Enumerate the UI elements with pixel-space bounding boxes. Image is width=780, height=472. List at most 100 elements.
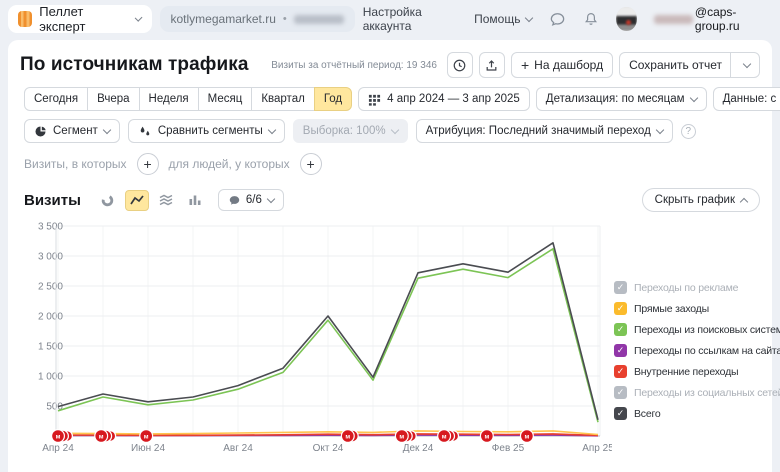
attribution-label: Атрибуция: Последний значимый переход xyxy=(426,125,651,137)
svg-text:м: м xyxy=(56,433,61,440)
counter-selector[interactable]: Пеллет эксперт xyxy=(8,5,152,33)
legend-item[interactable]: ✓ Внутренние переходы xyxy=(614,364,760,379)
period-preset-button[interactable]: Квартал xyxy=(251,87,314,111)
legend-checkbox-icon[interactable]: ✓ xyxy=(614,281,627,294)
legend-item[interactable]: ✓Всего xyxy=(614,406,760,421)
save-report-menu[interactable] xyxy=(730,53,750,77)
legend-item[interactable]: ✓Переходы из поисковых систем xyxy=(614,322,760,337)
period-presets: СегодняВчераНеделяМесяцКварталГод xyxy=(24,87,352,111)
legend-label: Переходы по рекламе xyxy=(634,282,738,294)
line-chart-type-icon[interactable] xyxy=(125,190,149,211)
help-label: Помощь xyxy=(474,12,520,26)
legend-checkbox-icon[interactable]: ✓ xyxy=(614,365,627,378)
svg-text:м: м xyxy=(399,433,404,440)
report-history-button[interactable] xyxy=(447,52,473,78)
chart-legend: ✓ Переходы по рекламе ✓Прямые заходы ✓Перех… xyxy=(614,280,760,464)
legend-checkbox-icon[interactable]: ✓ xyxy=(614,407,627,420)
site-name: kotlymegamarket.ru xyxy=(171,12,276,26)
traffic-line-chart[interactable]: 05001 0001 5002 0002 5003 0003 500Апр 24… xyxy=(20,218,612,464)
help-menu[interactable]: Помощь xyxy=(474,12,532,26)
account-settings-link[interactable]: Настройка аккаунта xyxy=(363,5,457,33)
period-preset-button[interactable]: Месяц xyxy=(198,87,253,111)
legend-item[interactable]: ✓Переходы по ссылкам на сайтах xyxy=(614,343,760,358)
chart-title: Визиты xyxy=(24,192,81,209)
legend-label: Внутренние переходы xyxy=(634,366,738,378)
chevron-up-icon xyxy=(740,198,748,206)
notifications-bell-icon[interactable] xyxy=(583,11,599,27)
annotations-dropdown[interactable]: 6/6 xyxy=(218,189,284,211)
svg-text:Апр 24: Апр 24 xyxy=(42,443,74,454)
legend-checkbox-icon[interactable]: ✓ xyxy=(614,344,627,357)
add-visits-filter-button[interactable]: + xyxy=(137,153,159,175)
period-preset-button[interactable]: Сегодня xyxy=(24,87,88,111)
hide-chart-label: Скрыть график xyxy=(655,194,735,206)
site-info[interactable]: kotlymegamarket.ru • xyxy=(160,6,355,32)
data-mode-dropdown[interactable]: Данные: с роботами xyxy=(713,87,780,111)
annotations-count: 6/6 xyxy=(246,194,262,206)
svg-text:м: м xyxy=(524,433,529,440)
attribution-dropdown[interactable]: Атрибуция: Последний значимый переход xyxy=(416,119,673,143)
chevron-down-icon xyxy=(525,13,533,21)
segment-label: Сегмент xyxy=(53,125,98,137)
period-preset-button[interactable]: Год xyxy=(314,87,352,111)
legend-item[interactable]: ✓Прямые заходы xyxy=(614,301,760,316)
hide-chart-button[interactable]: Скрыть график xyxy=(642,188,760,212)
svg-text:м: м xyxy=(144,433,149,440)
data-mode-label: Данные: с роботами xyxy=(723,93,780,105)
svg-text:Июн 24: Июн 24 xyxy=(131,443,166,454)
legend-checkbox-icon[interactable]: ✓ xyxy=(614,302,627,315)
svg-text:2 000: 2 000 xyxy=(38,312,63,323)
svg-text:Авг 24: Авг 24 xyxy=(223,443,253,454)
svg-text:2 500: 2 500 xyxy=(38,282,63,293)
people-filter-label: для людей, у которых xyxy=(169,157,290,171)
chat-icon[interactable] xyxy=(549,11,566,28)
svg-text:м: м xyxy=(442,433,447,440)
avatar-photo xyxy=(616,7,636,31)
period-row: СегодняВчераНеделяМесяцКварталГод 4 апр … xyxy=(24,87,760,111)
pie-chart-type-icon[interactable] xyxy=(96,190,120,211)
counter-favicon xyxy=(18,11,32,27)
chevron-down-icon xyxy=(689,93,697,101)
visits-period-summary: Визиты за отчётный период: 19 346 xyxy=(271,60,437,71)
title-row: По источникам трафика Визиты за отчётный… xyxy=(20,40,760,78)
visits-filter-label: Визиты, в которых xyxy=(24,157,127,171)
compare-segments-button[interactable]: Сравнить сегменты xyxy=(128,119,285,143)
svg-text:3 500: 3 500 xyxy=(38,222,63,233)
legend-item[interactable]: ✓Переходы из социальных сетей xyxy=(614,385,760,400)
user-email[interactable]: @caps-group.ru xyxy=(654,5,768,33)
email-user-redacted xyxy=(654,15,693,24)
legend-label: Переходы по ссылкам на сайтах xyxy=(634,345,780,357)
user-avatar[interactable] xyxy=(616,7,636,31)
calendar-grid-icon xyxy=(368,93,381,106)
add-people-filter-button[interactable]: + xyxy=(300,153,322,175)
sampling-dropdown: Выборка: 100% xyxy=(293,119,408,143)
bar-chart-type-icon[interactable] xyxy=(183,190,207,211)
segment-button[interactable]: Сегмент xyxy=(24,119,120,143)
help-icon[interactable]: ? xyxy=(681,124,696,139)
stacked-area-type-icon[interactable] xyxy=(154,190,178,211)
legend-item[interactable]: ✓ Переходы по рекламе xyxy=(614,280,760,295)
save-report-button[interactable]: Сохранить отчет xyxy=(619,52,760,78)
svg-text:1 500: 1 500 xyxy=(38,342,63,353)
email-domain: @caps-group.ru xyxy=(695,5,768,33)
date-range-button[interactable]: 4 апр 2024 — 3 апр 2025 xyxy=(358,87,530,111)
counter-id-redacted xyxy=(294,15,344,24)
legend-checkbox-icon[interactable]: ✓ xyxy=(614,323,627,336)
filter-row: Визиты, в которых + для людей, у которых… xyxy=(24,153,760,175)
top-bar: Пеллет эксперт kotlymegamarket.ru • Наст… xyxy=(0,0,780,38)
segment-pie-icon xyxy=(34,125,47,138)
export-button[interactable] xyxy=(479,52,505,78)
detalization-dropdown[interactable]: Детализация: по месяцам xyxy=(536,87,707,111)
top-right-nav: Настройка аккаунта Помощь @caps-group.ru xyxy=(363,5,768,33)
chevron-down-icon xyxy=(267,194,275,202)
chevron-down-icon xyxy=(390,125,398,133)
svg-text:Фев 25: Фев 25 xyxy=(492,443,525,454)
detalization-label: Детализация: по месяцам xyxy=(546,93,685,105)
add-to-dashboard-button[interactable]: + На дашборд xyxy=(511,52,613,78)
svg-text:м: м xyxy=(345,433,350,440)
legend-checkbox-icon[interactable]: ✓ xyxy=(614,386,627,399)
chevron-down-icon xyxy=(656,125,664,133)
page-title: По источникам трафика xyxy=(20,54,249,76)
period-preset-button[interactable]: Неделя xyxy=(139,87,199,111)
period-preset-button[interactable]: Вчера xyxy=(87,87,139,111)
